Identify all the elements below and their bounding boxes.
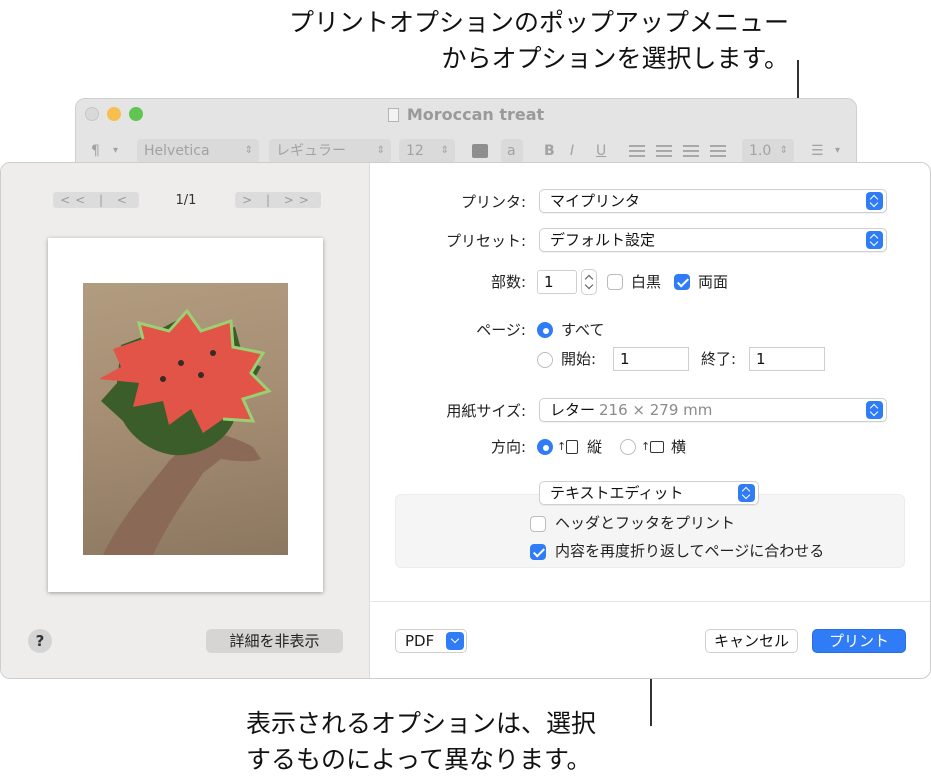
header-footer-label: ヘッダとフッタをプリント (555, 514, 736, 532)
landscape-icon (650, 441, 664, 453)
updown-arrows-icon (738, 484, 755, 502)
paper-size-popup[interactable]: レター 216 × 279 mm (539, 398, 887, 422)
updown-arrows-icon (866, 231, 883, 249)
first-prev-page-buttons[interactable]: << | < (53, 192, 139, 208)
window-title: Moroccan treat (76, 105, 856, 124)
watermelon-photo (83, 283, 288, 555)
updown-icon: ⇕ (779, 145, 788, 156)
pages-to-field[interactable]: 1 (749, 347, 825, 371)
font-size-menu[interactable]: 12 ⇕ (399, 139, 455, 163)
list-bullets-menu[interactable]: ☰ ▾ (804, 139, 846, 163)
print-dialog: << | < 1/1 > | >> ? 詳細を非表示 プリンタ: マイプリンタ … (0, 162, 931, 679)
preview-page (48, 238, 323, 592)
bw-label: 白黒 (631, 273, 662, 291)
landscape-arrow-icon: ↑ (641, 440, 651, 453)
pdf-menu-button[interactable]: PDF (395, 629, 467, 653)
align-justify-icon[interactable] (710, 145, 726, 157)
printer-value: マイプリンタ (550, 192, 641, 210)
updown-arrows-icon (866, 192, 883, 210)
pages-range-radio[interactable] (537, 352, 553, 368)
paragraph-style-menu[interactable]: ¶ ▾ (84, 139, 124, 163)
callout-top: プリントオプションのポップアップメニュー からオプションを選択します。 (289, 5, 789, 77)
pages-all-label: すべて (561, 321, 605, 339)
portrait-label: 縦 (587, 438, 603, 456)
paper-size-dims: 216 × 279 mm (599, 401, 713, 419)
preset-label: プリセット: (445, 232, 526, 250)
print-preview-pane: << | < 1/1 > | >> ? 詳細を非表示 (1, 163, 370, 678)
printer-popup[interactable]: マイプリンタ (539, 189, 887, 213)
pages-all-radio[interactable] (537, 322, 553, 338)
print-options-popup[interactable]: テキストエディット (539, 481, 759, 505)
duplex-label: 両面 (698, 273, 729, 291)
landscape-radio[interactable] (620, 439, 636, 455)
print-button[interactable]: プリント (812, 629, 906, 653)
window-title-text: Moroccan treat (406, 105, 545, 124)
underline-button[interactable]: U (589, 139, 609, 163)
align-left-icon[interactable] (629, 145, 645, 157)
rewrap-checkbox[interactable] (530, 544, 546, 560)
updown-arrows-icon (866, 401, 883, 419)
pages-from-field[interactable]: 1 (613, 347, 689, 371)
cancel-button[interactable]: キャンセル (705, 629, 798, 653)
bw-checkbox[interactable] (607, 274, 623, 290)
copies-stepper[interactable] (581, 269, 597, 295)
align-right-icon[interactable] (683, 145, 699, 157)
updown-icon: ⇕ (440, 145, 449, 156)
portrait-radio[interactable] (537, 439, 553, 455)
duplex-checkbox[interactable] (674, 274, 690, 290)
orientation-label: 方向: (490, 438, 526, 456)
preset-value: デフォルト設定 (550, 231, 656, 249)
text-color-swatch[interactable] (472, 144, 488, 158)
callout-bottom-line1: 表示されるオプションは、選択 (246, 709, 597, 738)
printer-label: プリンタ: (460, 193, 526, 211)
updown-icon: ⇕ (376, 145, 385, 156)
portrait-arrow-icon: ↑ (557, 440, 567, 453)
help-button[interactable]: ? (28, 629, 52, 653)
paper-size-value: レター (550, 401, 596, 419)
updown-icon: ⇕ (244, 145, 253, 156)
chevron-down-icon: ▾ (112, 145, 118, 156)
italic-button[interactable]: I (563, 139, 583, 163)
pages-to-label: 終了: (701, 350, 737, 368)
header-footer-checkbox[interactable] (530, 516, 546, 532)
preset-popup[interactable]: デフォルト設定 (539, 228, 887, 252)
strike-a-icon: a (507, 143, 516, 159)
page-counter: 1/1 (175, 193, 197, 208)
rewrap-label: 内容を再度折り返してページに合わせる (555, 542, 825, 560)
landscape-label: 横 (671, 438, 687, 456)
font-family-menu[interactable]: Helvetica ⇕ (137, 139, 259, 163)
next-last-page-buttons[interactable]: > | >> (235, 192, 321, 208)
document-icon (387, 108, 399, 122)
pages-label: ページ: (476, 321, 526, 339)
hide-details-button[interactable]: 詳細を非表示 (206, 629, 343, 653)
print-options-value: テキストエディット (550, 484, 684, 502)
font-style-menu[interactable]: レギュラー ⇕ (269, 139, 391, 163)
bold-button[interactable]: B (537, 139, 557, 163)
list-icon: ☰ (811, 143, 824, 159)
callout-bottom: 表示されるオプションは、選択 するものによって異なります。 (246, 706, 596, 778)
print-settings-pane: プリンタ: マイプリンタ プリセット: デフォルト設定 部数: 1 白黒 両面 … (371, 163, 930, 678)
callout-bottom-line2: するものによって異なります。 (246, 745, 592, 774)
chevron-down-icon: ▾ (834, 145, 840, 156)
portrait-icon (566, 440, 578, 454)
watermelon-illustration (99, 308, 272, 555)
align-center-icon[interactable] (656, 145, 672, 157)
paper-size-label: 用紙サイズ: (446, 402, 526, 420)
footer-divider (371, 601, 930, 602)
callout-top-line2: からオプションを選択します。 (441, 44, 789, 73)
chevron-down-icon (446, 632, 464, 650)
line-spacing-menu[interactable]: 1.0 ⇕ (742, 139, 794, 163)
copies-field[interactable]: 1 (537, 270, 577, 294)
pdf-label: PDF (405, 632, 435, 650)
background-color-button[interactable]: a (501, 139, 523, 163)
pages-from-label: 開始: (561, 350, 597, 368)
callout-top-line1: プリントオプションのポップアップメニュー (288, 8, 789, 37)
copies-label: 部数: (490, 273, 526, 291)
